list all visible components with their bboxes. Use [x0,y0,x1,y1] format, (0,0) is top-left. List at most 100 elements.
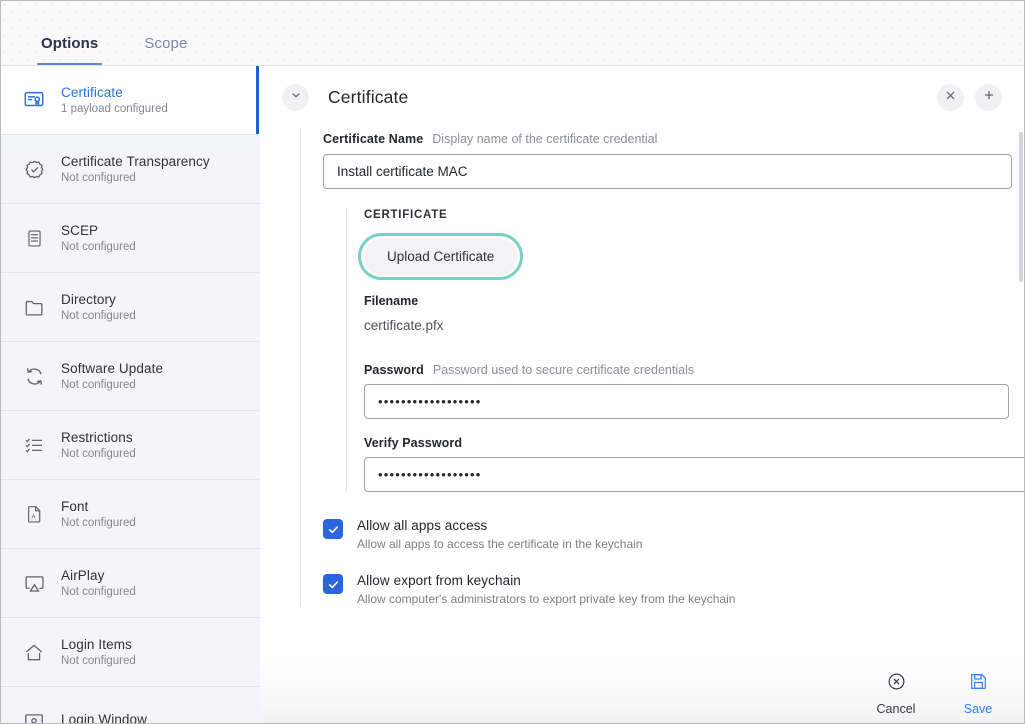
sidebar-item-text: Login Window [61,712,147,724]
cancel-button[interactable]: Cancel [870,672,922,716]
verify-password-label-row: Verify Password [364,436,1024,450]
sidebar-item-status: Not configured [61,586,136,598]
verify-password-input[interactable] [364,457,1024,492]
sidebar-item-label: Certificate [61,85,168,100]
password-input[interactable] [364,384,1009,419]
allow-export-from-keychain-label: Allow export from keychain [357,573,735,588]
plus-icon [983,88,995,106]
sidebar-item-label: AirPlay [61,568,136,583]
tab-scope[interactable]: Scope [130,35,201,65]
payload-sidebar[interactable]: Certificate 1 payload configured Certifi… [1,66,260,724]
sidebar-item-directory[interactable]: Directory Not configured [1,273,260,342]
collapse-toggle-button[interactable] [282,84,309,111]
tab-scope-label: Scope [144,35,187,52]
tab-options[interactable]: Options [27,35,112,65]
vertical-scrollbar[interactable] [1019,132,1023,282]
sidebar-item-text: Certificate 1 payload configured [61,85,168,115]
tab-options-label: Options [41,35,98,52]
allow-export-from-keychain-row[interactable]: Allow export from keychain Allow compute… [323,573,1024,606]
filename-value: certificate.pfx [364,318,1024,333]
tab-bar: Options Scope [1,1,1024,66]
sidebar-item-text: AirPlay Not configured [61,568,136,598]
certificate-name-label: Certificate Name [323,132,423,146]
allow-all-apps-access-row[interactable]: Allow all apps access Allow all apps to … [323,518,1024,551]
circle-x-icon [887,672,906,696]
sidebar-item-status: Not configured [61,310,136,322]
sidebar-item-status: 1 payload configured [61,103,168,115]
sidebar-item-certificate-transparency[interactable]: Certificate Transparency Not configured [1,135,260,204]
sidebar-item-label: Restrictions [61,430,136,445]
sidebar-item-text: SCEP Not configured [61,223,136,253]
sidebar-item-status: Not configured [61,241,136,253]
allow-all-apps-access-text: Allow all apps access Allow all apps to … [357,518,642,551]
font-file-icon: A [21,501,47,527]
refresh-icon [21,363,47,389]
sidebar-item-label: Login Items [61,637,136,652]
sidebar-item-airplay[interactable]: AirPlay Not configured [1,549,260,618]
allow-export-from-keychain-checkbox[interactable] [323,574,343,594]
allow-export-from-keychain-text: Allow export from keychain Allow compute… [357,573,735,606]
password-label: Password [364,363,424,377]
sidebar-item-label: Certificate Transparency [61,154,210,169]
sidebar-item-software-update[interactable]: Software Update Not configured [1,342,260,411]
certificate-section-caption: CERTIFICATE [364,209,1024,221]
footer-actions: Cancel Save [870,672,1004,716]
check-badge-icon [21,156,47,182]
sidebar-item-label: SCEP [61,223,136,238]
checkmark-icon [327,578,340,591]
remove-payload-button[interactable] [937,84,964,111]
password-label-row: Password Password used to secure certifi… [364,363,1024,377]
folder-icon [21,294,47,320]
upload-certificate-wrapper: Upload Certificate [358,233,523,280]
floppy-disk-icon [969,672,988,696]
chevron-down-icon [290,88,302,106]
certificate-name-hint: Display name of the certificate credenti… [432,132,657,146]
upload-certificate-button[interactable]: Upload Certificate [364,239,517,274]
payload-form: Certificate Name Display name of the cer… [300,128,1024,606]
certificate-name-input[interactable] [323,154,1012,189]
sidebar-item-restrictions[interactable]: Restrictions Not configured [1,411,260,480]
allow-all-apps-access-description: Allow all apps to access the certificate… [357,537,642,551]
sidebar-item-label: Software Update [61,361,163,376]
cancel-button-label: Cancel [877,702,916,716]
add-payload-button[interactable] [975,84,1002,111]
sidebar-item-status: Not configured [61,379,163,391]
panel-header: Certificate [260,66,1024,128]
sidebar-item-login-window[interactable]: Login Window [1,687,260,724]
checkmark-icon [327,523,340,536]
certificate-subsection: CERTIFICATE Upload Certificate Filename … [346,209,1024,492]
sidebar-item-scep[interactable]: SCEP Not configured [1,204,260,273]
sidebar-item-label: Font [61,499,136,514]
server-icon [21,225,47,251]
sidebar-item-certificate[interactable]: Certificate 1 payload configured [1,66,260,135]
sidebar-item-text: Login Items Not configured [61,637,136,667]
save-button[interactable]: Save [952,672,1004,716]
login-window-icon [21,708,47,724]
page-title: Certificate [328,87,408,108]
filename-label: Filename [364,294,1024,308]
airplay-icon [21,570,47,596]
sidebar-item-login-items[interactable]: Login Items Not configured [1,618,260,687]
sidebar-item-status: Not configured [61,172,210,184]
sidebar-item-status: Not configured [61,448,136,460]
svg-text:A: A [31,514,35,520]
configuration-profile-window: Options Scope Certificate 1 payload conf… [0,0,1025,724]
panel-header-actions [937,84,1002,111]
sidebar-item-label: Login Window [61,712,147,724]
sidebar-item-status: Not configured [61,655,136,667]
sidebar-item-label: Directory [61,292,136,307]
certificate-name-label-row: Certificate Name Display name of the cer… [323,132,1024,146]
allow-all-apps-access-label: Allow all apps access [357,518,642,533]
verify-password-group: Verify Password [364,436,1024,492]
password-group: Password Password used to secure certifi… [364,363,1024,419]
sidebar-item-text: Software Update Not configured [61,361,163,391]
sidebar-item-font[interactable]: A Font Not configured [1,480,260,549]
close-icon [945,88,956,106]
list-check-icon [21,432,47,458]
sidebar-item-text: Directory Not configured [61,292,136,322]
sidebar-item-text: Restrictions Not configured [61,430,136,460]
sidebar-item-text: Certificate Transparency Not configured [61,154,210,184]
allow-all-apps-access-checkbox[interactable] [323,519,343,539]
home-icon [21,639,47,665]
sidebar-item-status: Not configured [61,517,136,529]
